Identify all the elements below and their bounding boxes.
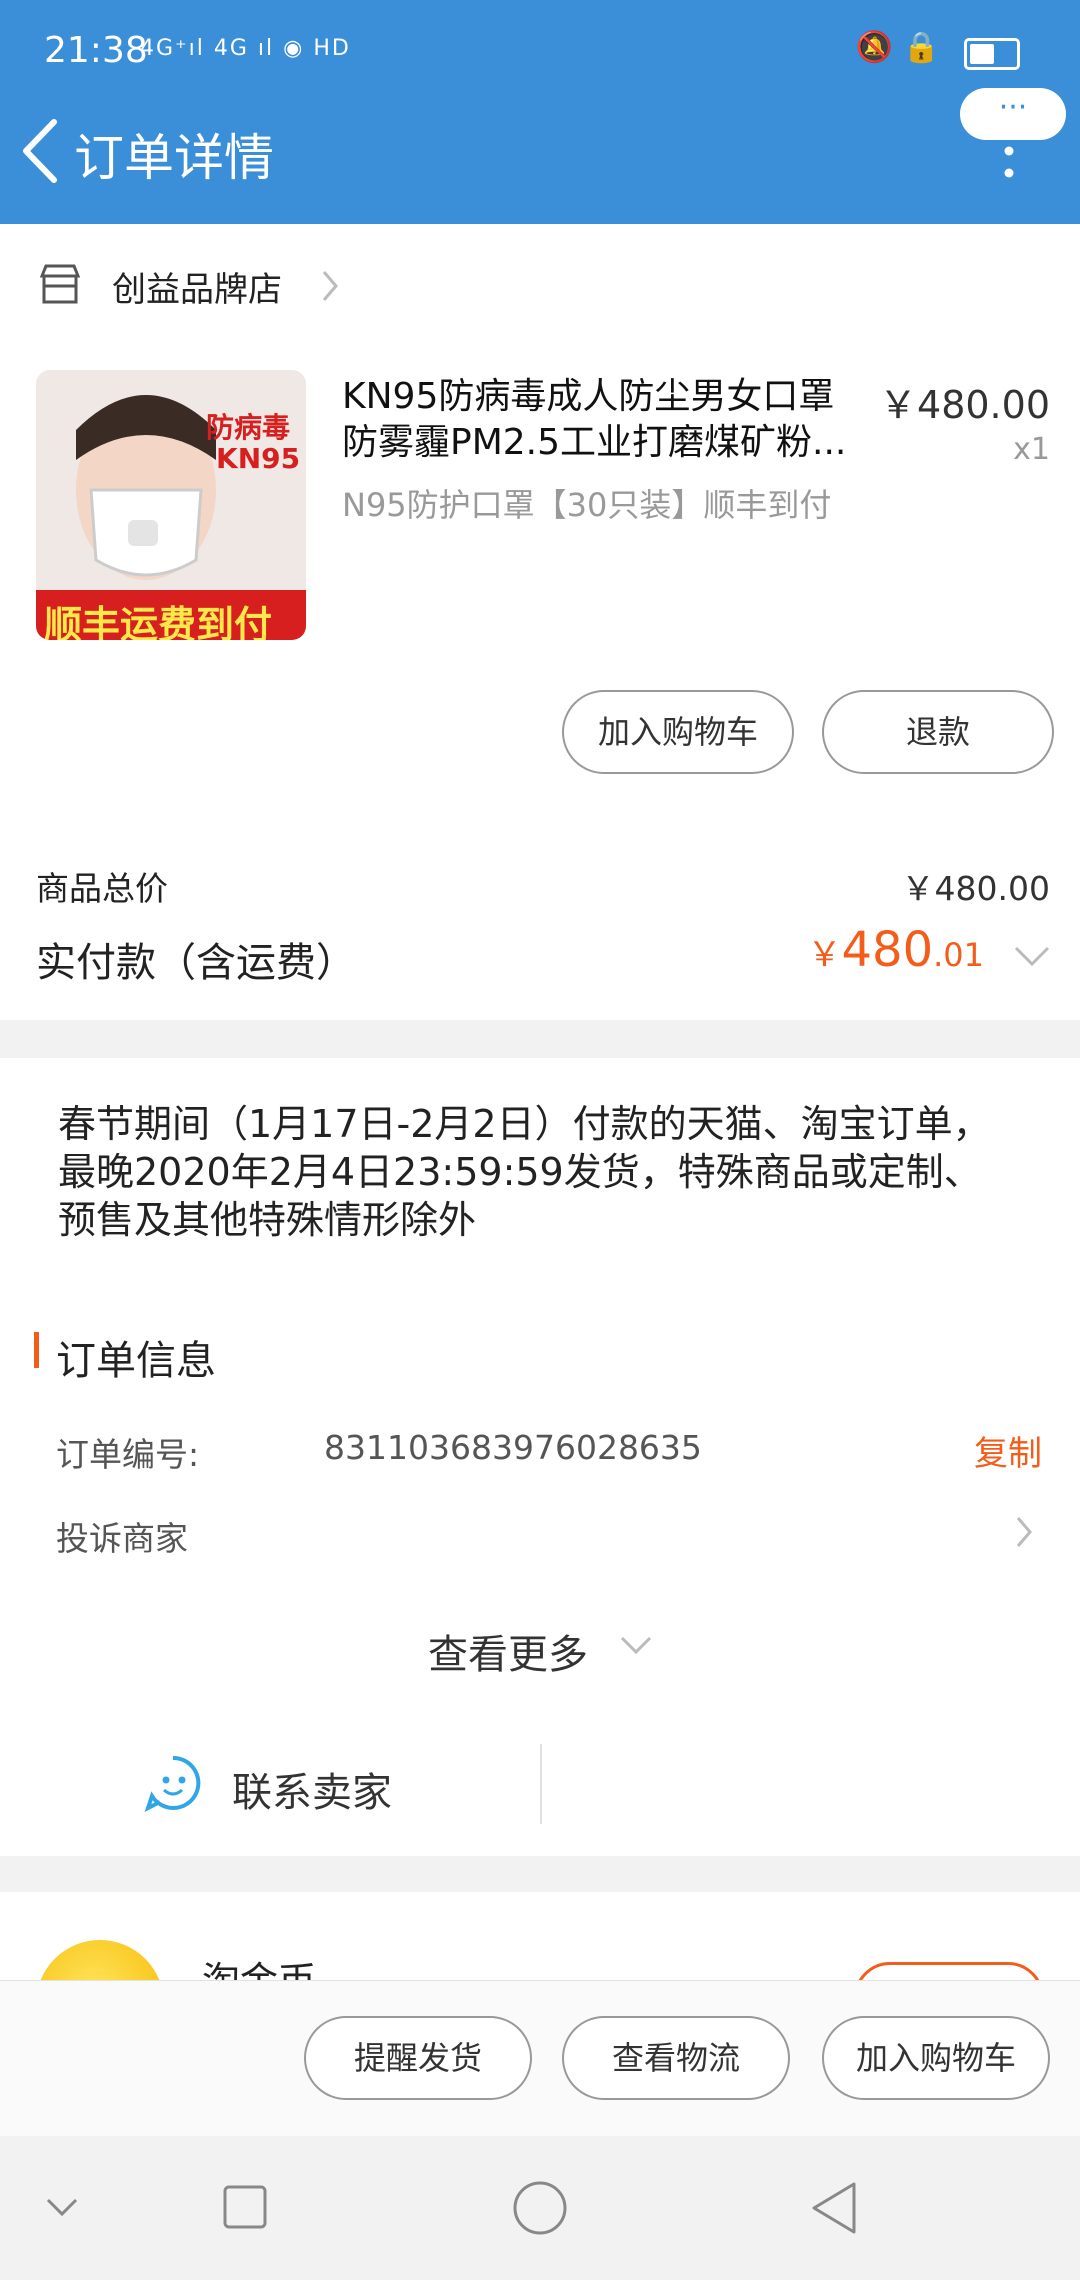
kebab-icon[interactable] (1004, 146, 1014, 178)
paid-amount-label: 实付款（含运费） (36, 940, 356, 986)
chevron-down-icon[interactable] (618, 1634, 654, 1658)
nav-collapse-icon[interactable] (44, 2196, 80, 2220)
contact-seller-button[interactable]: 联系卖家 (232, 1760, 392, 1818)
back-nav-icon[interactable] (810, 2180, 858, 2236)
goods-total-label: 商品总价 (36, 869, 168, 908)
product-image[interactable]: 防病毒 KN95 顺丰运费到付 (36, 370, 306, 640)
remind-shipment-button[interactable]: 提醒发货 (304, 2016, 532, 2100)
status-time: 21:38 (44, 30, 148, 71)
complain-merchant-link[interactable]: 投诉商家 (56, 1512, 188, 1560)
goods-total-value: ￥480.00 (901, 869, 1050, 908)
signal-indicators: 4G⁺ıl 4G ıl ◉ HD (140, 36, 351, 61)
paid-currency: ￥ (807, 935, 842, 975)
more-menu-button[interactable]: ··· (960, 88, 1066, 140)
product-quantity: x1 (1013, 432, 1050, 467)
status-icons: 🔕 🔒 (855, 30, 940, 65)
store-icon (39, 264, 81, 304)
order-info-title: 订单信息 (56, 1338, 216, 1384)
paid-decimal: .01 (933, 936, 984, 974)
view-logistics-button[interactable]: 查看物流 (562, 2016, 790, 2100)
order-number-value: 831103683976028635 (324, 1428, 702, 1467)
vertical-divider (540, 1744, 542, 1824)
paid-amount-value: ￥480.01 (807, 922, 984, 978)
store-name[interactable]: 创益品牌店 (112, 262, 282, 311)
holiday-notice: 春节期间（1月17日-2月2日）付款的天猫、淘宝订单，最晚2020年2月4日23… (58, 1102, 991, 1242)
refund-button[interactable]: 退款 (822, 690, 1054, 774)
chat-icon[interactable] (144, 1754, 202, 1812)
chevron-down-icon[interactable] (1012, 944, 1052, 968)
add-to-cart-button[interactable]: 加入购物车 (562, 690, 794, 774)
see-more-button[interactable]: 查看更多 (428, 1622, 588, 1680)
product-title[interactable]: KN95防病毒成人防尘男女口罩防雾霾PM2.5工业打磨煤矿粉... (342, 374, 862, 466)
chevron-right-icon[interactable] (320, 268, 340, 304)
order-number-label: 订单编号: (56, 1435, 200, 1474)
image-label-bottom: 顺丰运费到付 (44, 603, 273, 640)
back-arrow-icon[interactable] (18, 116, 62, 186)
paid-integer: 480 (841, 922, 934, 978)
page-title: 订单详情 (74, 129, 274, 187)
chevron-right-icon[interactable] (1014, 1514, 1034, 1550)
home-icon[interactable] (512, 2180, 568, 2236)
battery-icon (964, 38, 1020, 70)
copy-button[interactable]: 复制 (974, 1426, 1042, 1475)
bottom-add-to-cart-button[interactable]: 加入购物车 (822, 2016, 1050, 2100)
recent-apps-icon[interactable] (222, 2184, 268, 2230)
image-label-top: 防病毒 (206, 411, 291, 444)
product-price: ￥480.00 (879, 383, 1050, 427)
product-sku: N95防护口罩【30只装】顺丰到付 (342, 486, 832, 524)
image-label-mid: KN95 (216, 442, 301, 475)
section-accent-bar (34, 1332, 39, 1368)
